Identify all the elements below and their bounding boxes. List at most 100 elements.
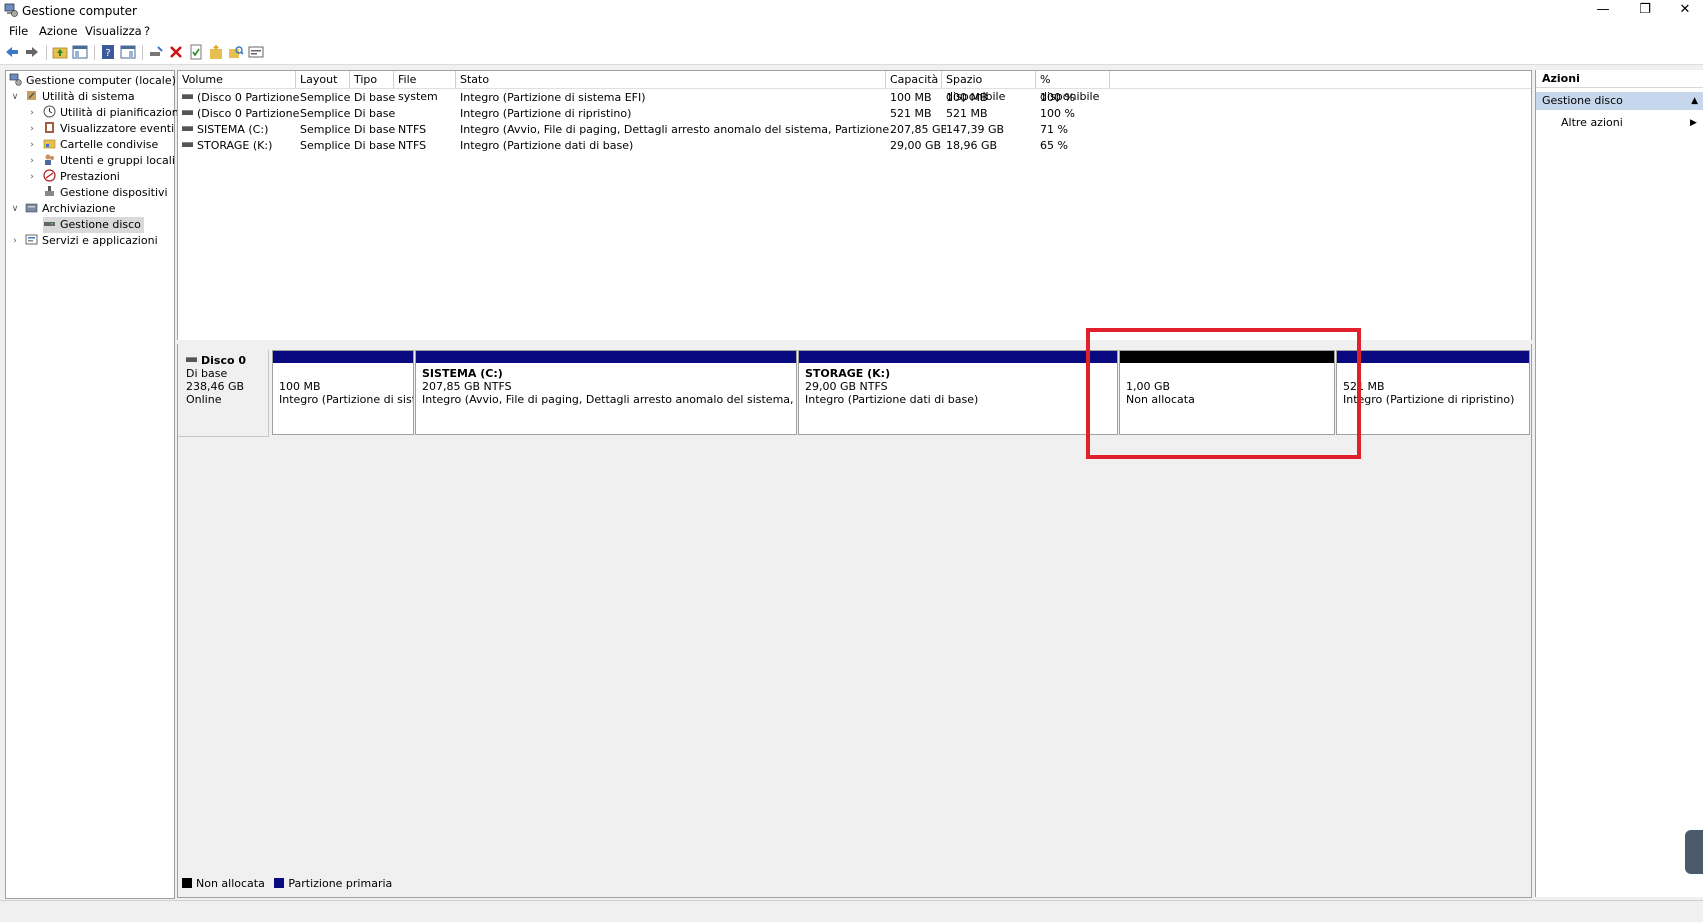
collapse-up-icon[interactable]: ▲ xyxy=(1691,92,1698,110)
volume-drive-icon xyxy=(182,126,193,131)
services-icon xyxy=(25,234,38,245)
cell-capacity: 100 MB xyxy=(890,91,932,104)
cell-type: Di base xyxy=(354,139,396,152)
expand-chevron-icon[interactable]: › xyxy=(27,105,37,121)
actions-header: Azioni xyxy=(1536,70,1703,88)
tree-item-device-manager[interactable]: Gestione dispositivi xyxy=(43,185,168,201)
tree-item-services[interactable]: Servizi e applicazioni xyxy=(25,233,158,249)
search-folder-icon[interactable] xyxy=(228,44,244,60)
forward-arrow-icon[interactable] xyxy=(24,44,40,60)
partition-color-bar xyxy=(799,351,1117,363)
tree-item-storage[interactable]: Archiviazione xyxy=(25,201,116,217)
table-row[interactable]: SISTEMA (C:) Semplice Di base NTFS Integro (… xyxy=(178,122,1118,137)
expand-chevron-icon[interactable]: › xyxy=(10,233,20,249)
column-header-volume[interactable]: Volume xyxy=(178,71,296,88)
cell-layout: Semplice xyxy=(300,123,351,136)
cell-status: Integro (Avvio, File di paging, Dettagli… xyxy=(460,123,890,136)
cell-free-space: 18,96 GB xyxy=(946,139,998,152)
window-title: Gestione computer xyxy=(22,4,137,18)
show-hide-tree-icon[interactable] xyxy=(72,44,88,60)
tree-item-local-users[interactable]: Utenti e gruppi locali xyxy=(43,153,175,169)
legend-unallocated-label: Non allocata xyxy=(196,877,265,890)
column-header-capacity[interactable]: Capacità xyxy=(886,71,942,88)
navigation-tree: Gestione computer (locale) ∨ Utilità di … xyxy=(5,70,185,899)
tree-item-performance[interactable]: Prestazioni xyxy=(43,169,120,185)
side-tab-handle[interactable] xyxy=(1685,830,1703,874)
cell-type: Di base xyxy=(354,107,396,120)
actions-section-disk-management[interactable]: Gestione disco ▲ xyxy=(1536,92,1703,110)
cell-free-space: 147,39 GB xyxy=(946,123,1005,136)
table-row[interactable]: (Disco 0 Partizione 1)SempliceDi base Int… xyxy=(178,90,1118,105)
column-header-layout[interactable]: Layout xyxy=(296,71,350,88)
collapse-chevron-icon[interactable]: ∨ xyxy=(10,89,20,105)
check-properties-icon[interactable] xyxy=(188,44,204,60)
menu-action[interactable]: Azione xyxy=(39,24,78,38)
cell-capacity: 29,00 GB xyxy=(890,139,942,152)
column-header-status[interactable]: Stato xyxy=(456,71,886,88)
table-row[interactable]: STORAGE (K:) Semplice Di base NTFS Integro (… xyxy=(178,138,1118,153)
tools-icon xyxy=(27,91,36,100)
cell-status: Integro (Partizione dati di base) xyxy=(460,139,634,152)
legend-primary-label: Partizione primaria xyxy=(288,877,393,890)
tree-item-disk-management[interactable]: Gestione disco xyxy=(43,217,144,233)
legend-primary-swatch xyxy=(274,878,285,888)
cell-status: Integro (Partizione di sistema EFI) xyxy=(460,91,646,104)
cell-volume: SISTEMA (C:) xyxy=(178,122,300,137)
up-folder-icon[interactable] xyxy=(52,44,68,60)
more-actions-item[interactable]: Altre azioni xyxy=(1561,115,1623,131)
minimize-button[interactable]: — xyxy=(1580,0,1626,22)
storage-icon xyxy=(25,203,38,213)
partition-recovery[interactable]: 521 MB Integro (Partizione di ripristino… xyxy=(1336,350,1530,435)
cell-status: Integro (Partizione di ripristino) xyxy=(460,107,632,120)
column-header-percent-free[interactable]: % disponibile xyxy=(1036,71,1110,103)
tree-item-root[interactable]: Gestione computer (locale) xyxy=(9,73,176,89)
toolbar: ? xyxy=(0,40,1703,65)
volume-drive-icon xyxy=(182,94,193,99)
cell-volume: (Disco 0 Partizione 1) xyxy=(178,90,300,105)
new-folder-icon[interactable] xyxy=(208,44,224,60)
tree-item-shared-folders[interactable]: Cartelle condivise xyxy=(43,137,158,153)
expand-chevron-icon[interactable]: › xyxy=(27,121,37,137)
event-log-icon xyxy=(45,122,54,133)
collapse-chevron-icon[interactable]: ∨ xyxy=(10,201,20,217)
submenu-arrow-icon[interactable]: ▶ xyxy=(1690,115,1697,131)
cell-filesystem: NTFS xyxy=(398,123,427,136)
clock-icon xyxy=(43,105,56,118)
cell-type: Di base xyxy=(354,123,396,136)
actions-pane: Azioni Gestione disco ▲ Altre azioni ▶ xyxy=(1535,70,1703,897)
expand-chevron-icon[interactable]: › xyxy=(27,169,37,185)
disk-name: Disco 0 xyxy=(201,354,247,367)
close-button[interactable]: ✕ xyxy=(1662,0,1703,22)
help-icon[interactable]: ? xyxy=(100,44,116,60)
back-arrow-icon[interactable] xyxy=(4,44,20,60)
disk-label[interactable]: Disco 0 Di base 238,46 GB Online xyxy=(178,350,269,437)
tree-item-system-tools[interactable]: Utilità di sistema xyxy=(25,89,135,105)
menu-help[interactable]: ? xyxy=(144,24,150,38)
delete-icon[interactable] xyxy=(168,44,184,60)
column-header-filesystem[interactable]: File system xyxy=(394,71,456,103)
connect-disk-icon[interactable] xyxy=(148,44,164,60)
menu-view[interactable]: Visualizza xyxy=(85,24,142,38)
partition-efi[interactable]: 100 MB Integro (Partizione di sistema EF… xyxy=(272,350,414,435)
expand-chevron-icon[interactable]: › xyxy=(27,137,37,153)
tree-item-task-scheduler[interactable]: Utilità di pianificazione xyxy=(43,105,185,121)
volume-drive-icon xyxy=(182,142,193,147)
settings-window-icon[interactable] xyxy=(248,44,264,60)
column-header-type[interactable]: Tipo xyxy=(350,71,394,88)
cell-free-space: 521 MB xyxy=(946,107,988,120)
users-icon xyxy=(45,154,54,165)
partition-storage-k[interactable]: STORAGE (K:) 29,00 GB NTFS Integro (Part… xyxy=(798,350,1118,435)
expand-chevron-icon[interactable]: › xyxy=(27,153,37,169)
volume-list-header: Volume Layout Tipo File system Stato Cap… xyxy=(178,71,1531,103)
partition-sistema-c[interactable]: SISTEMA (C:) 207,85 GB NTFS Integro (Avv… xyxy=(415,350,797,435)
table-row[interactable]: (Disco 0 Partizione 5)SempliceDi base Int… xyxy=(178,106,1118,121)
performance-icon xyxy=(43,169,56,182)
cell-capacity: 207,85 GB xyxy=(890,123,946,136)
volume-drive-icon xyxy=(182,110,193,115)
shared-folder-icon xyxy=(43,139,56,149)
tree-item-event-viewer[interactable]: Visualizzatore eventi xyxy=(43,121,174,137)
column-header-free-space[interactable]: Spazio disponibile xyxy=(942,71,1036,103)
properties-pane-icon[interactable] xyxy=(120,44,136,60)
menu-file[interactable]: File xyxy=(9,24,28,38)
device-manager-icon xyxy=(45,186,54,196)
